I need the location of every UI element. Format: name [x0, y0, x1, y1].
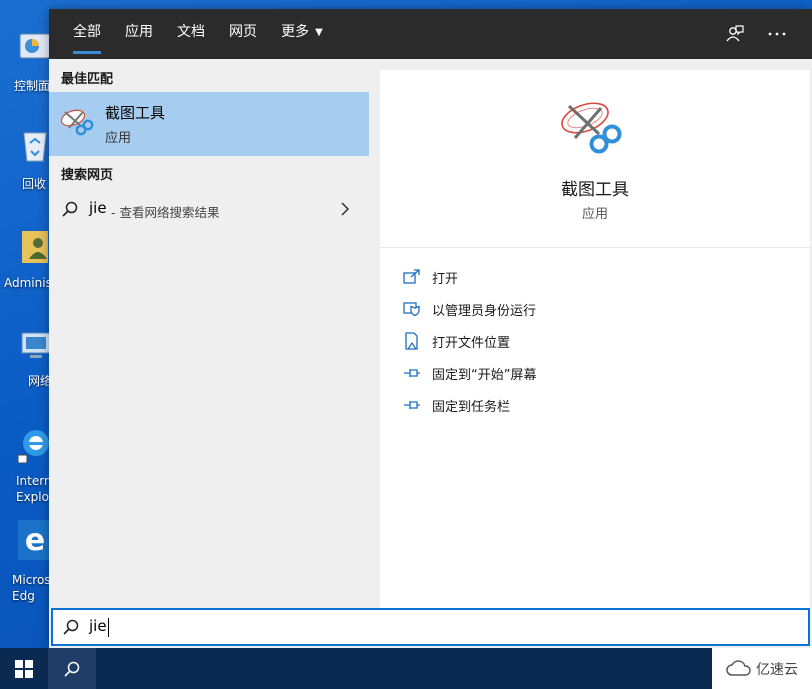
open-icon: [403, 269, 420, 284]
action-open[interactable]: 打开: [402, 264, 782, 290]
app-detail-header: 截图工具 应用: [380, 70, 810, 248]
admin-shield-icon: [403, 302, 420, 317]
control-panel-icon: [19, 33, 51, 59]
action-pin-to-start[interactable]: 固定到“开始”屏幕: [402, 360, 782, 386]
tab-more-label: 更多: [281, 24, 310, 40]
windows-logo-icon: [15, 659, 33, 678]
search-results: 最佳匹配 截图工具 应用 搜索网页 jie - 查看网络搜索结果: [49, 59, 369, 608]
watermark-text: 亿速云: [756, 661, 798, 678]
action-pin-to-taskbar[interactable]: 固定到任务栏: [402, 392, 782, 418]
start-button[interactable]: [0, 648, 48, 689]
svg-text:e: e: [25, 523, 45, 558]
best-match-subtitle: 应用: [105, 131, 132, 146]
action-label: 固定到“开始”屏幕: [432, 367, 537, 383]
best-match-heading: 最佳匹配: [61, 72, 114, 87]
taskbar: [0, 648, 812, 689]
snipping-tool-icon: [60, 109, 94, 136]
action-open-file-location[interactable]: 打开文件位置: [402, 328, 782, 354]
search-box[interactable]: jie: [51, 608, 810, 646]
pin-icon: [404, 401, 420, 409]
action-label: 打开: [432, 271, 459, 287]
cloud-logo-icon: [726, 659, 751, 676]
edge-icon: e: [18, 520, 52, 560]
action-run-as-admin[interactable]: 以管理员身份运行: [402, 296, 782, 322]
feedback-button[interactable]: [721, 21, 749, 47]
search-icon: [63, 619, 79, 635]
best-match-result[interactable]: 截图工具 应用: [49, 92, 369, 156]
web-search-query: jie: [89, 199, 107, 217]
search-icon: [64, 661, 80, 677]
caret-down-icon: ▼: [315, 27, 323, 38]
app-detail-name: 截图工具: [561, 180, 629, 200]
web-search-heading: 搜索网页: [61, 168, 114, 183]
tab-all[interactable]: 全部: [63, 9, 111, 59]
tab-apps[interactable]: 应用: [115, 9, 163, 59]
search-panel: 全部 应用 文档 网页 更多 ▼ 最佳匹配 截图工具 应用 搜索网页 jie -…: [49, 9, 812, 648]
watermark: 亿速云: [712, 648, 812, 689]
tab-web[interactable]: 网页: [219, 9, 267, 59]
recycle-bin-icon: [23, 132, 47, 162]
action-label: 打开文件位置: [432, 335, 511, 351]
ellipsis-icon: [768, 32, 786, 36]
pin-icon: [404, 369, 420, 377]
text-cursor: [108, 618, 109, 637]
internet-explorer-icon: [18, 430, 49, 463]
network-icon: [21, 332, 51, 358]
desktop-icons: 控制面 回收 Adminis 网络 Intern Explo e Micros …: [0, 0, 52, 648]
app-detail-type: 应用: [581, 207, 608, 222]
web-search-hint: - 查看网络搜索结果: [111, 205, 220, 220]
file-location-icon: [405, 332, 418, 350]
search-icon: [62, 201, 78, 217]
tab-documents[interactable]: 文档: [167, 9, 215, 59]
feedback-icon: [726, 25, 744, 42]
tab-more[interactable]: 更多 ▼: [271, 9, 333, 59]
action-label: 固定到任务栏: [432, 399, 511, 415]
web-search-result[interactable]: jie - 查看网络搜索结果: [49, 193, 369, 227]
chevron-right-icon: [341, 202, 350, 216]
search-filter-tabs: 全部 应用 文档 网页 更多 ▼: [49, 9, 812, 59]
app-detail-pane: 截图工具 应用 打开 以管理员身份运行 打开文件位置 固定到“开始”屏幕 固定到…: [380, 70, 810, 619]
search-input[interactable]: jie: [89, 617, 107, 635]
best-match-title: 截图工具: [105, 104, 166, 122]
snipping-tool-large-icon: [561, 102, 622, 154]
user-folder-icon: [22, 231, 48, 263]
action-label: 以管理员身份运行: [432, 303, 537, 319]
more-options-button[interactable]: [763, 21, 791, 47]
taskbar-search-button[interactable]: [48, 648, 96, 689]
